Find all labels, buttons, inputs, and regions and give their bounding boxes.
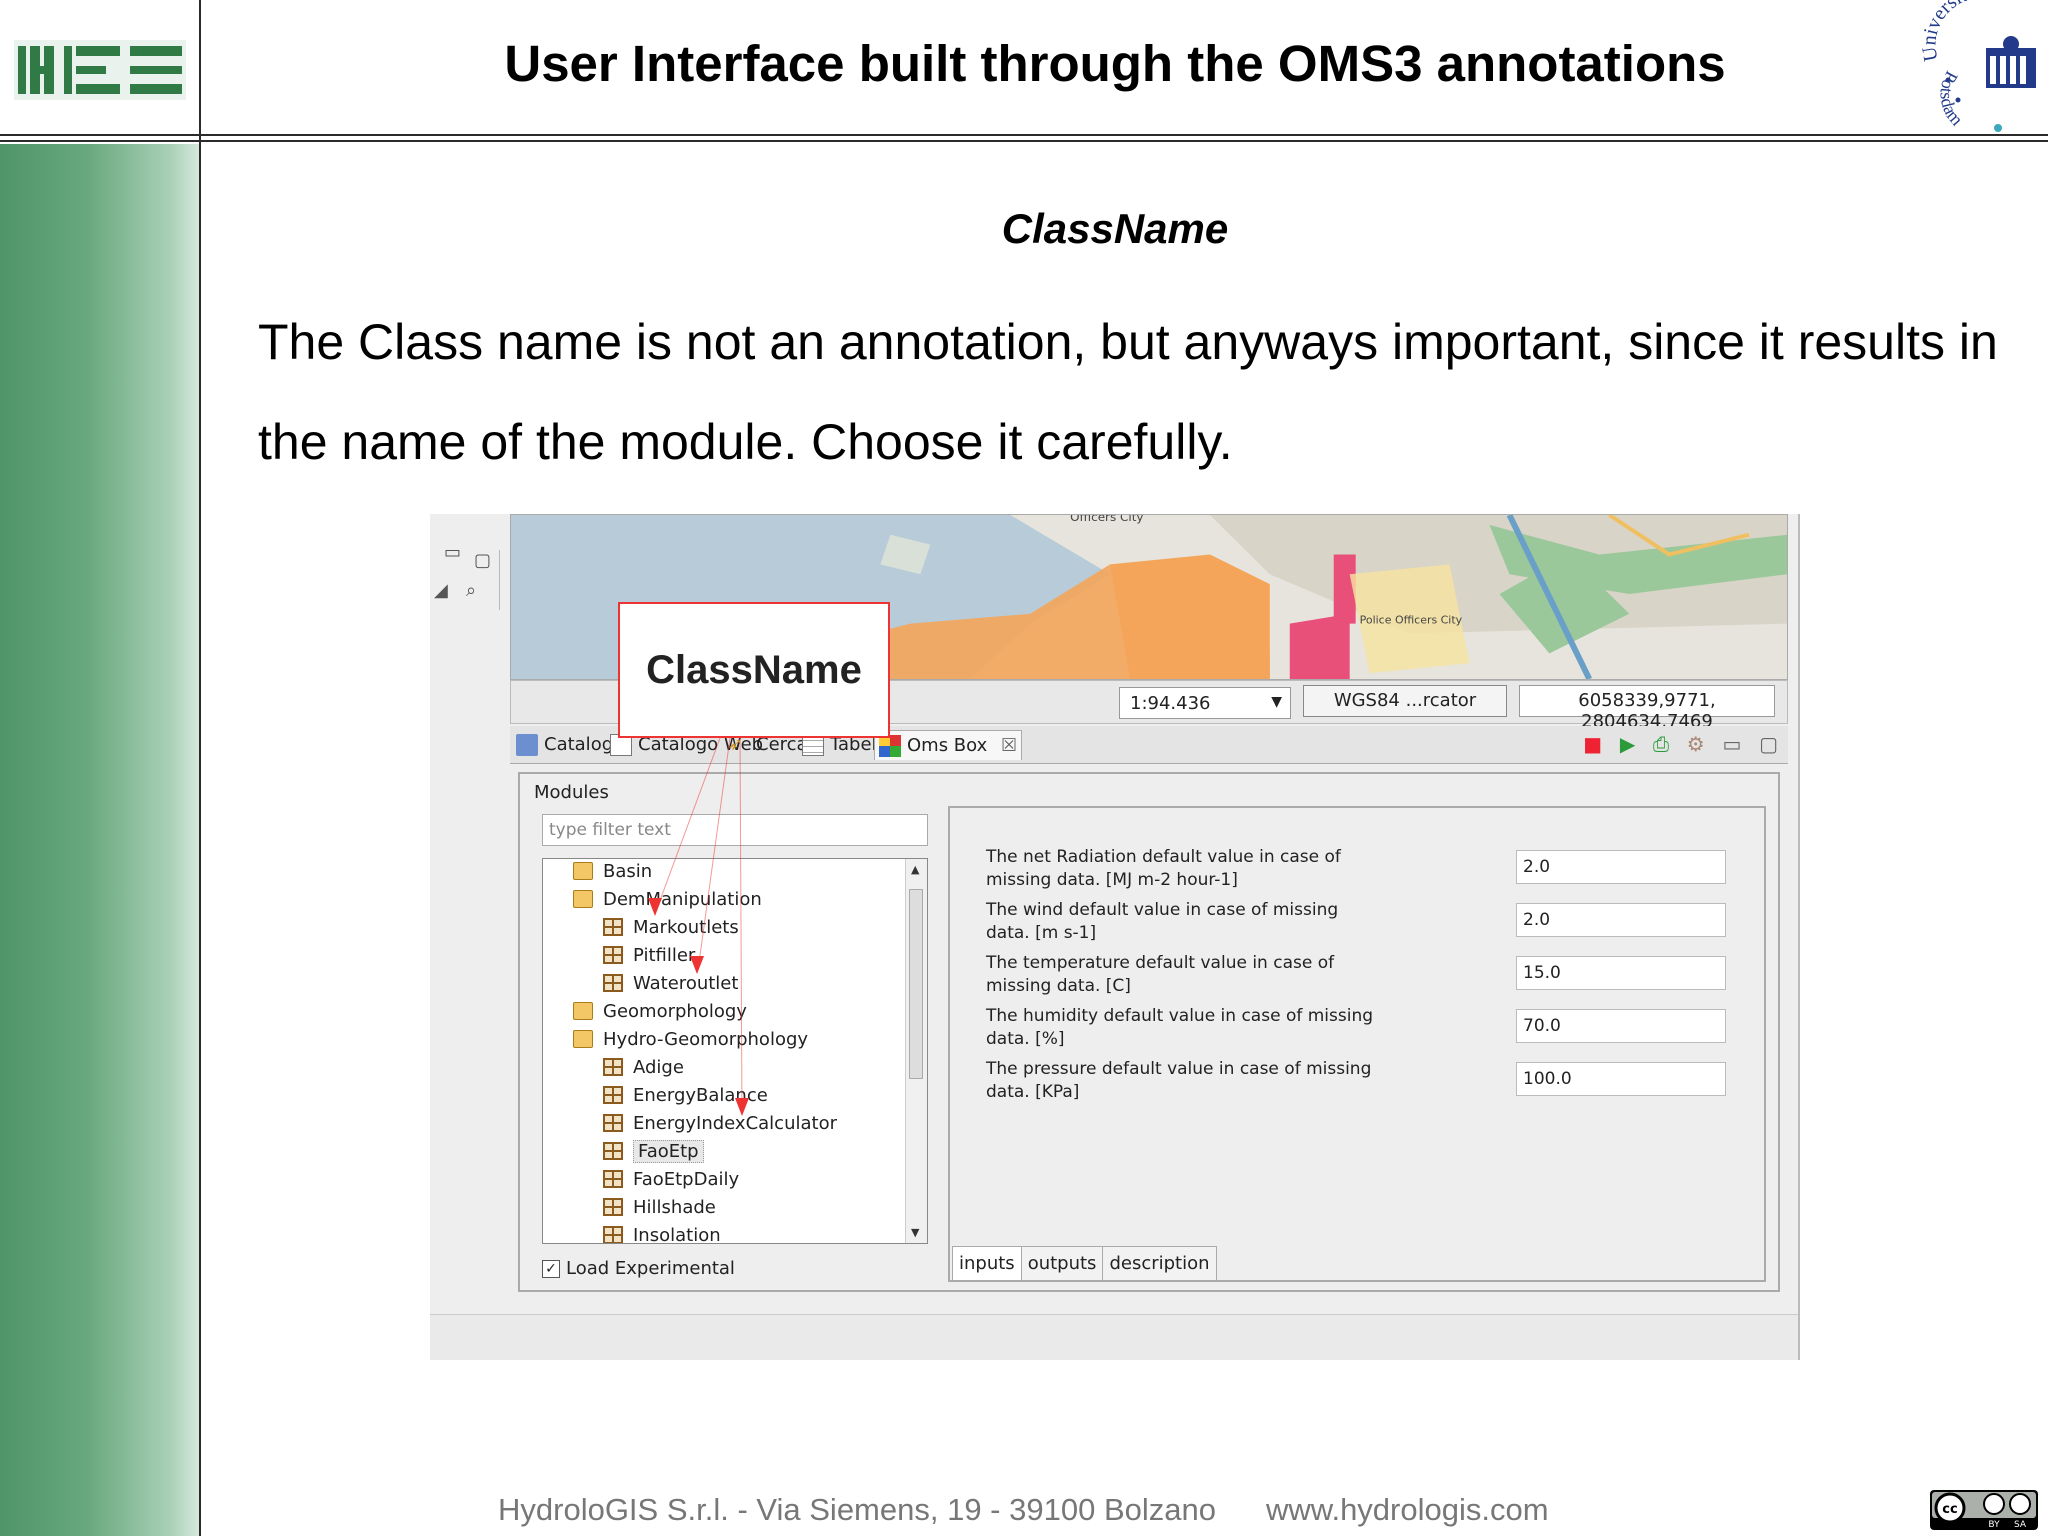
module-icon (603, 974, 623, 992)
measure-icon[interactable]: ◢ (434, 580, 448, 601)
omsbox-icon (879, 735, 901, 757)
svg-text:Potsdam: Potsdam (1936, 68, 1967, 129)
university-potsdam-logo: Universität Potsdam (1918, 0, 2036, 132)
modules-panel: Modules type filter text Basin DemManipu… (518, 772, 1780, 1292)
param-label: The wind default value in case of missin… (986, 900, 1339, 943)
run-script-icon[interactable]: ⎙ (1653, 732, 1669, 756)
tab-oms-box[interactable]: Oms Box ☒ (874, 730, 1023, 760)
module-icon (603, 1086, 623, 1104)
param-row: The temperature default value in case of… (986, 952, 1746, 1004)
modules-tree: Basin DemManipulation Markoutlets Pitfil… (542, 858, 928, 1244)
svg-text:SA: SA (2014, 1520, 2027, 1530)
param-label: The temperature default value in case of… (986, 953, 1335, 996)
crs-button[interactable]: WGS84 ...rcator (1303, 685, 1507, 717)
param-row: The pressure default value in case of mi… (986, 1058, 1746, 1110)
chevron-down-icon: ▼ (1271, 694, 1282, 710)
folder-icon (573, 1030, 593, 1048)
param-row: The wind default value in case of missin… (986, 899, 1746, 951)
settings-gear-icon[interactable]: ⚙ (1687, 732, 1705, 756)
svg-text:Police Officers City: Police Officers City (1360, 614, 1463, 627)
maximize-icon[interactable]: ▢ (1759, 732, 1778, 756)
scroll-thumb[interactable] (909, 889, 923, 1079)
divider-horizontal (0, 140, 2048, 142)
filter-input[interactable]: type filter text (542, 814, 928, 846)
tree-item-geomorphology[interactable]: Geomorphology (573, 997, 747, 1025)
param-label: The net Radiation default value in case … (986, 847, 1341, 890)
folder-icon (573, 1002, 593, 1020)
module-icon (603, 1114, 623, 1132)
param-input[interactable]: 15.0 (1516, 956, 1726, 990)
tree-item-basin[interactable]: Basin (573, 859, 652, 885)
view-strip: ▭ ▢ ◢ ⌕ (430, 542, 500, 610)
status-bar (430, 1314, 1798, 1360)
classname-callout: ClassName (618, 602, 890, 738)
param-input[interactable]: 2.0 (1516, 903, 1726, 937)
footer-address: HydroloGIS S.r.l. - Via Siemens, 19 - 39… (498, 1492, 1216, 1527)
coordinates-field: 6058339,9771, 2804634,7469 (1519, 685, 1775, 732)
scroll-down-icon[interactable]: ▼ (911, 1226, 919, 1239)
param-row: The humidity default value in case of mi… (986, 1005, 1746, 1057)
svg-text:Universität: Universität (1918, 0, 1983, 63)
module-icon (603, 1170, 623, 1188)
folder-icon (573, 862, 593, 880)
tree-item-adige[interactable]: Adige (603, 1053, 684, 1081)
parameters-panel: The net Radiation default value in case … (948, 806, 1766, 1282)
param-input[interactable]: 100.0 (1516, 1062, 1726, 1096)
tree-item-hydro-geomorphology[interactable]: Hydro-Geomorphology (573, 1025, 808, 1053)
svg-text:cc: cc (1942, 1502, 1957, 1517)
creative-commons-badge: cc BY SA (1930, 1490, 2038, 1530)
minimize-icon[interactable]: ▭ (1722, 732, 1741, 756)
tree-item-demmanipulation[interactable]: DemManipulation (573, 885, 762, 913)
svg-text:BY: BY (1988, 1520, 2000, 1530)
zoom-search-icon[interactable]: ⌕ (466, 580, 476, 601)
svg-text:Officers City: Officers City (1070, 514, 1143, 524)
slide-title: User Interface built through the OMS3 an… (504, 35, 1726, 92)
folder-icon (573, 890, 593, 908)
catalog-icon (516, 734, 538, 756)
tab-description[interactable]: description (1102, 1246, 1217, 1280)
slide-paragraph: The Class name is not an annotation, but… (258, 314, 1998, 470)
module-icon (603, 946, 623, 964)
tree-item-markoutlets[interactable]: Markoutlets (603, 913, 739, 941)
module-icon (603, 1142, 623, 1160)
decorative-green-band (0, 144, 200, 1536)
tree-item-pitfiller[interactable]: Pitfiller (603, 941, 695, 969)
tree-scrollbar[interactable]: ▲ ▼ (905, 859, 927, 1243)
load-experimental-checkbox[interactable]: ✓ Load Experimental (542, 1258, 735, 1279)
close-icon[interactable]: ☒ (1001, 735, 1017, 756)
module-icon (603, 1058, 623, 1076)
param-input[interactable]: 70.0 (1516, 1009, 1726, 1043)
module-icon (603, 1198, 623, 1216)
hydrologis-logo (14, 40, 186, 100)
tree-item-insolation[interactable]: Insolation (603, 1221, 721, 1243)
tree-item-energybalance[interactable]: EnergyBalance (603, 1081, 768, 1109)
tree-item-energyindexcalculator[interactable]: EnergyIndexCalculator (603, 1109, 837, 1137)
tree-item-wateroutlet[interactable]: Wateroutlet (603, 969, 738, 997)
tree-item-faoetp[interactable]: FaoEtp (603, 1137, 704, 1165)
omsbox-toolbar: ■ ▶ ⎙ ⚙ ▭ ▢ (1571, 732, 1778, 758)
param-label: The pressure default value in case of mi… (986, 1059, 1372, 1102)
minimize-icon[interactable]: ▭ (444, 542, 461, 563)
footer-url[interactable]: www.hydrologis.com (1266, 1492, 1549, 1528)
parameter-tabs: inputs outputs description (952, 1246, 1217, 1280)
stop-icon[interactable]: ■ (1583, 732, 1602, 756)
checkbox-checked-icon: ✓ (542, 1259, 560, 1278)
slide-subtitle: ClassName (1001, 205, 1229, 252)
tab-inputs[interactable]: inputs (952, 1246, 1022, 1280)
param-label: The humidity default value in case of mi… (986, 1006, 1374, 1049)
scroll-up-icon[interactable]: ▲ (911, 863, 919, 876)
module-icon (603, 918, 623, 936)
modules-group-label: Modules (534, 782, 609, 803)
tab-outputs[interactable]: outputs (1020, 1246, 1104, 1280)
maximize-icon[interactable]: ▢ (474, 550, 491, 571)
divider-horizontal (0, 134, 2048, 136)
tree-item-hillshade[interactable]: Hillshade (603, 1193, 716, 1221)
module-icon (603, 1226, 623, 1243)
param-input[interactable]: 2.0 (1516, 850, 1726, 884)
scale-select[interactable]: 1:94.436 ▼ (1119, 687, 1291, 719)
param-row: The net Radiation default value in case … (986, 846, 1746, 898)
run-icon[interactable]: ▶ (1620, 732, 1635, 756)
udig-screenshot: ▭ ▢ ◢ ⌕ Officers City Police Officers Ci… (430, 514, 1800, 1360)
tree-item-faoetpdaily[interactable]: FaoEtpDaily (603, 1165, 739, 1193)
